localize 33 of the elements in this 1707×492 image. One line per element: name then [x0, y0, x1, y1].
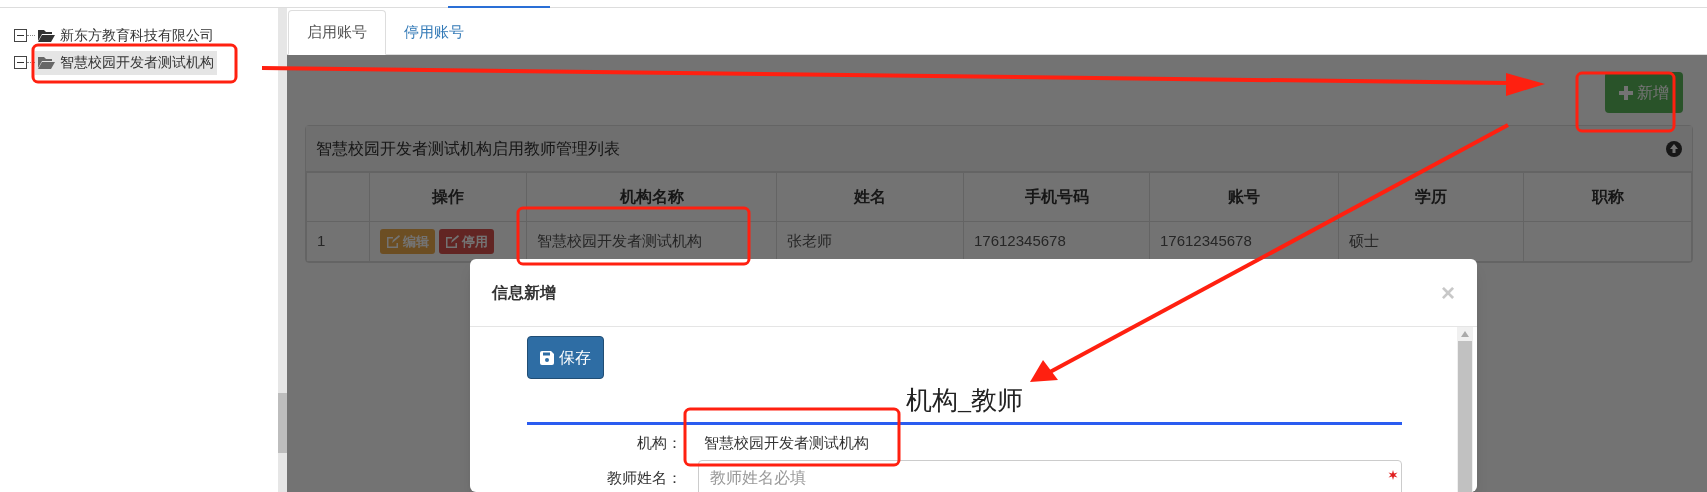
tab[interactable]: 启用账号 [288, 10, 386, 55]
column-header: 手机号码 [963, 172, 1150, 222]
dialog-title: 信息新增 [492, 282, 556, 303]
tree-item-label: 智慧校园开发者测试机构 [60, 53, 214, 72]
save-button[interactable]: 保存 [527, 336, 604, 379]
text-input[interactable]: 教师姓名必填 [698, 460, 1402, 492]
edit-icon [386, 235, 400, 248]
tree-item[interactable]: 智慧校园开发者测试机构 [35, 50, 217, 75]
scrollbar[interactable] [278, 8, 287, 492]
tab[interactable]: 停用账号 [386, 10, 482, 55]
field-value: 智慧校园开发者测试机构 [704, 432, 869, 453]
column-header: 机构名称 [526, 172, 777, 222]
column-header: 学历 [1338, 172, 1524, 222]
action-button[interactable]: 停用 [439, 229, 494, 254]
column-header: 姓名 [776, 172, 964, 222]
form-title: 机构_教师 [906, 386, 1023, 415]
column-header: 职称 [1523, 172, 1692, 222]
folder-icon [38, 29, 55, 42]
tree-item[interactable]: 新东方教育科技有限公司 [35, 23, 217, 48]
column-header: 账号 [1149, 172, 1339, 222]
collapse-icon[interactable] [1666, 140, 1682, 157]
field-label: 机构： [636, 432, 683, 453]
folder-icon [38, 56, 55, 69]
collapse-toggle-icon[interactable] [14, 56, 27, 69]
field-label: 教师姓名： [606, 467, 683, 488]
plus-icon [1619, 85, 1633, 100]
edit-icon [445, 235, 459, 248]
tree-item-label: 新东方教育科技有限公司 [60, 26, 214, 45]
column-header: 操作 [369, 172, 527, 222]
panel-title: 智慧校园开发者测试机构启用教师管理列表 [316, 138, 620, 159]
collapse-toggle-icon[interactable] [14, 29, 27, 42]
table-cell: 1 [306, 221, 370, 262]
scrollbar[interactable] [1457, 327, 1473, 492]
